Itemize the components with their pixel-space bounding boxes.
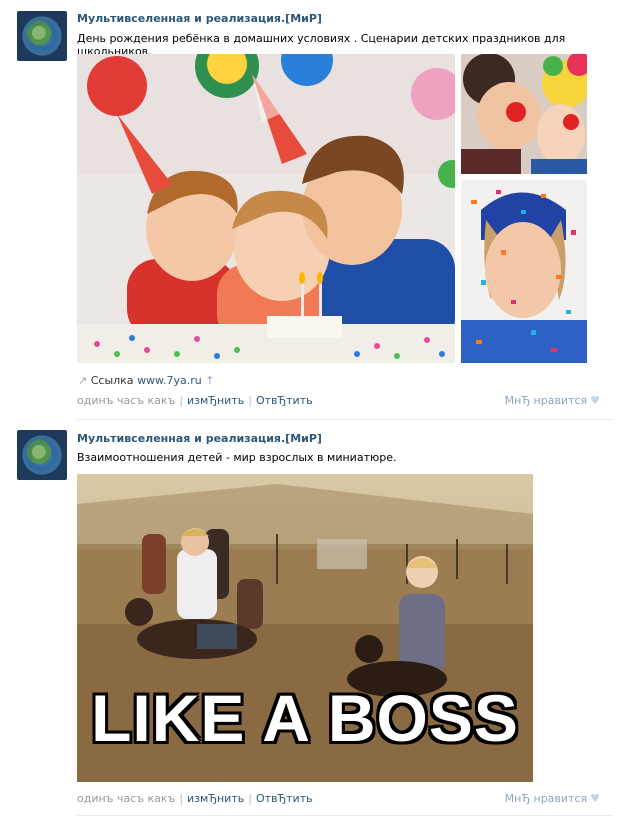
post-time[interactable]: одинъ часъ какъ: [77, 792, 175, 805]
post-divider: [77, 815, 613, 816]
post-meta: одинъ часъ какъ | измЂнить | ОтвЂтить: [77, 792, 313, 805]
heart-icon: ♥: [590, 792, 600, 805]
post-author[interactable]: Мультивселенная и реализация.[МиР]: [77, 432, 322, 445]
avatar[interactable]: [17, 11, 67, 61]
attached-link[interactable]: ↗ Ссылка www.7ya.ru ↑: [78, 374, 215, 387]
post-divider: [77, 419, 613, 420]
link-arrow-icon: ↗: [78, 374, 88, 387]
link-label: Ссылка: [90, 374, 134, 387]
reply-link[interactable]: ОтвЂтить: [256, 394, 313, 407]
post-author[interactable]: Мультивселенная и реализация.[МиР]: [77, 12, 322, 25]
post-meta: одинъ часъ какъ | измЂнить | ОтвЂтить: [77, 394, 313, 407]
meme-caption: LIKE A BOSS: [91, 681, 519, 755]
confetti-photo-image: [461, 180, 587, 363]
clown-photo[interactable]: [461, 54, 587, 174]
post-text: Взаимоотношения детей - мир взрослых в м…: [77, 451, 397, 464]
like-label: МнЂ нравится: [504, 394, 588, 407]
heart-icon: ♥: [590, 394, 600, 407]
birthday-main-photo-image: [77, 54, 455, 363]
link-url[interactable]: www.7ya.ru: [137, 374, 202, 387]
confetti-photo[interactable]: [461, 180, 587, 363]
like-label: МнЂ нравится: [504, 792, 588, 805]
clown-photo-image: [461, 54, 587, 174]
edit-link[interactable]: измЂнить: [187, 394, 244, 407]
post-time[interactable]: одинъ часъ какъ: [77, 394, 175, 407]
avatar[interactable]: [17, 430, 67, 480]
like-a-boss-photo[interactable]: LIKE A BOSS: [77, 474, 533, 782]
like-button[interactable]: МнЂ нравится ♥: [505, 792, 600, 805]
birthday-main-photo[interactable]: [77, 54, 455, 363]
link-arrow-up-icon: ↑: [205, 374, 215, 387]
like-button[interactable]: МнЂ нравится ♥: [505, 394, 600, 407]
reply-link[interactable]: ОтвЂтить: [256, 792, 313, 805]
edit-link[interactable]: измЂнить: [187, 792, 244, 805]
